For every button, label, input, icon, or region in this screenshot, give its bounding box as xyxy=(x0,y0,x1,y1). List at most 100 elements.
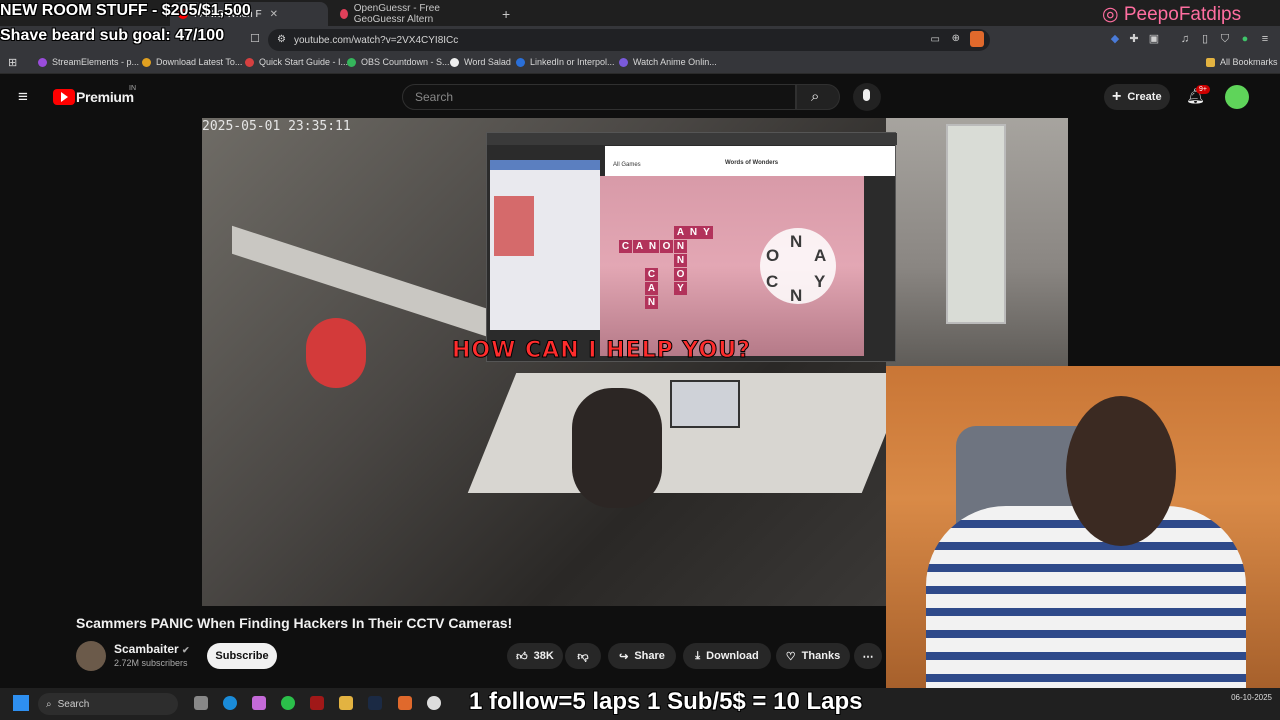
streamer-head xyxy=(1066,396,1176,546)
wheel-letter: C xyxy=(766,272,779,291)
create-button[interactable]: + Create xyxy=(1104,84,1170,110)
verified-icon: ✔ xyxy=(182,645,190,655)
bookmark-item[interactable]: LinkedIn or Interpol... xyxy=(516,57,615,67)
steam-icon[interactable] xyxy=(368,696,382,710)
obs-icon[interactable] xyxy=(427,696,441,710)
striped-shirt xyxy=(926,506,1246,698)
all-bookmarks-button[interactable]: All Bookmarks xyxy=(1206,57,1278,67)
tile: A xyxy=(645,282,658,295)
video-caption: HOW CAN I HELP YOU? xyxy=(452,338,751,364)
desk-shape xyxy=(232,225,492,339)
copilot-icon[interactable] xyxy=(252,696,266,710)
tile: O xyxy=(660,240,673,253)
close-tab-icon[interactable]: ✕ xyxy=(270,9,278,20)
file-explorer-icon[interactable] xyxy=(339,696,353,710)
thumbs-up-icon: 👍︎ xyxy=(516,650,528,663)
windows-start-icon[interactable] xyxy=(13,695,29,711)
channel-name[interactable]: Scambaiter ✔ xyxy=(114,642,190,656)
tab-search-icon[interactable]: ▣ xyxy=(1147,32,1161,46)
subscriber-count: 2.72M subscribers xyxy=(114,658,188,668)
wallet-icon[interactable]: ⛉ xyxy=(1218,32,1232,46)
search-input[interactable]: Search xyxy=(402,84,796,110)
xbox-icon[interactable] xyxy=(281,696,295,710)
bookmark-item[interactable]: OBS Countdown - S... xyxy=(347,57,450,67)
thanks-label: Thanks xyxy=(801,650,841,662)
site-info-icon[interactable]: ⚙ xyxy=(277,34,286,45)
bookmark-item[interactable]: Word Salad xyxy=(450,57,511,67)
brave-shield-icon[interactable] xyxy=(970,31,984,47)
menu-icon[interactable]: ≡ xyxy=(1258,32,1272,46)
search-icon: ⌕ xyxy=(811,88,820,105)
linkedin-icon xyxy=(516,57,525,67)
like-button[interactable]: 👍︎ 38K xyxy=(507,643,563,669)
download-label: Download xyxy=(706,650,759,662)
laptop-shape xyxy=(670,380,740,428)
instagram-handle: ◎ PeepoFatdips xyxy=(1102,3,1241,26)
red-chair xyxy=(306,318,366,388)
vpn-status-icon[interactable]: ● xyxy=(1238,32,1252,46)
taskbar-date: 06-10-2025 xyxy=(1231,693,1272,702)
zoom-icon[interactable]: ⊕ xyxy=(952,33,960,44)
dialer-buttons xyxy=(494,196,534,256)
tile: Y xyxy=(674,282,687,295)
subscribe-button[interactable]: Subscribe xyxy=(207,643,277,669)
person-seated xyxy=(572,388,662,508)
tile: N xyxy=(674,240,687,253)
taskbar-search-label: Search xyxy=(57,698,90,710)
channel-avatar[interactable] xyxy=(76,641,106,671)
dislike-button[interactable]: 👎︎ xyxy=(565,643,601,669)
search-button[interactable]: ⌕ xyxy=(796,84,840,110)
youtube-logo-icon[interactable] xyxy=(53,89,75,105)
share-label: Share xyxy=(634,650,665,662)
thumbs-down-icon: 👎︎ xyxy=(577,650,589,663)
taskbar-search[interactable]: ⌕ Search xyxy=(38,693,178,715)
bookmarks-bar: ⊞ StreamElements - p... Download Latest … xyxy=(0,54,1280,74)
guide-icon xyxy=(245,57,254,67)
tile: O xyxy=(674,268,687,281)
download-icon: ⤓ xyxy=(695,649,701,662)
bookmark-item[interactable]: Watch Anime Onlin... xyxy=(619,57,717,67)
edge-icon[interactable] xyxy=(223,696,237,710)
bookmark-item[interactable]: Quick Start Guide - I... xyxy=(245,57,348,67)
tile: A xyxy=(633,240,646,253)
laps-overlay: 1 follow=5 laps 1 Sub/5$ = 10 Laps xyxy=(469,688,863,715)
tile: C xyxy=(645,268,658,281)
task-view-icon[interactable] xyxy=(194,696,208,710)
thanks-button[interactable]: ♡ Thanks xyxy=(776,643,850,669)
bookmark-icon[interactable]: ☐ xyxy=(248,32,262,46)
sidebar-icon[interactable]: ▯ xyxy=(1198,32,1212,46)
address-bar[interactable]: ⚙ youtube.com/watch?v=2VX4CYI8ICc ▭ ⊕ xyxy=(268,29,990,51)
extension-shield-icon[interactable]: ◆ xyxy=(1108,32,1122,46)
new-tab-button[interactable]: + xyxy=(494,2,516,26)
wheel-letter: Y xyxy=(814,272,826,291)
brave-icon[interactable] xyxy=(398,696,412,710)
openguessr-favicon-icon xyxy=(340,9,348,19)
more-actions-button[interactable]: ⋯ xyxy=(854,643,882,669)
taskbar-clock[interactable]: 06-10-2025 xyxy=(1222,692,1272,703)
bookmark-item[interactable]: Download Latest To... xyxy=(142,57,242,67)
extensions-icon[interactable]: ✚ xyxy=(1127,32,1141,46)
word-salad-icon xyxy=(450,57,459,67)
app-icon[interactable] xyxy=(310,696,324,710)
game-all-games: All Games xyxy=(613,162,641,168)
tab-openguessr[interactable]: OpenGuessr - Free GeoGuessr Altern xyxy=(332,2,492,26)
plus-icon: + xyxy=(1112,88,1122,105)
beard-goal-overlay: Shave beard sub goal: 47/100 xyxy=(0,27,225,44)
bookmark-item[interactable]: StreamElements - p... xyxy=(38,57,139,67)
share-button[interactable]: ↪ Share xyxy=(608,643,676,669)
media-icon[interactable]: ♫ xyxy=(1178,32,1192,46)
avatar[interactable] xyxy=(1225,85,1249,109)
youtube-brand[interactable]: Premium xyxy=(76,89,134,105)
hamburger-menu-icon[interactable]: ≡ xyxy=(18,87,28,107)
voice-search-button[interactable] xyxy=(853,83,881,111)
search-icon: ⌕ xyxy=(46,698,52,710)
thanks-icon: ♡ xyxy=(785,650,796,663)
tile: N xyxy=(645,296,658,309)
dialer-panel xyxy=(490,160,600,330)
wheel-letter: O xyxy=(766,246,780,265)
video-title: Scammers PANIC When Finding Hackers In T… xyxy=(76,615,513,631)
apps-icon[interactable]: ⊞ xyxy=(8,56,17,69)
share-icon: ↪ xyxy=(619,650,629,663)
download-button[interactable]: ⤓ Download xyxy=(683,643,771,669)
cast-icon[interactable]: ▭ xyxy=(931,34,940,45)
